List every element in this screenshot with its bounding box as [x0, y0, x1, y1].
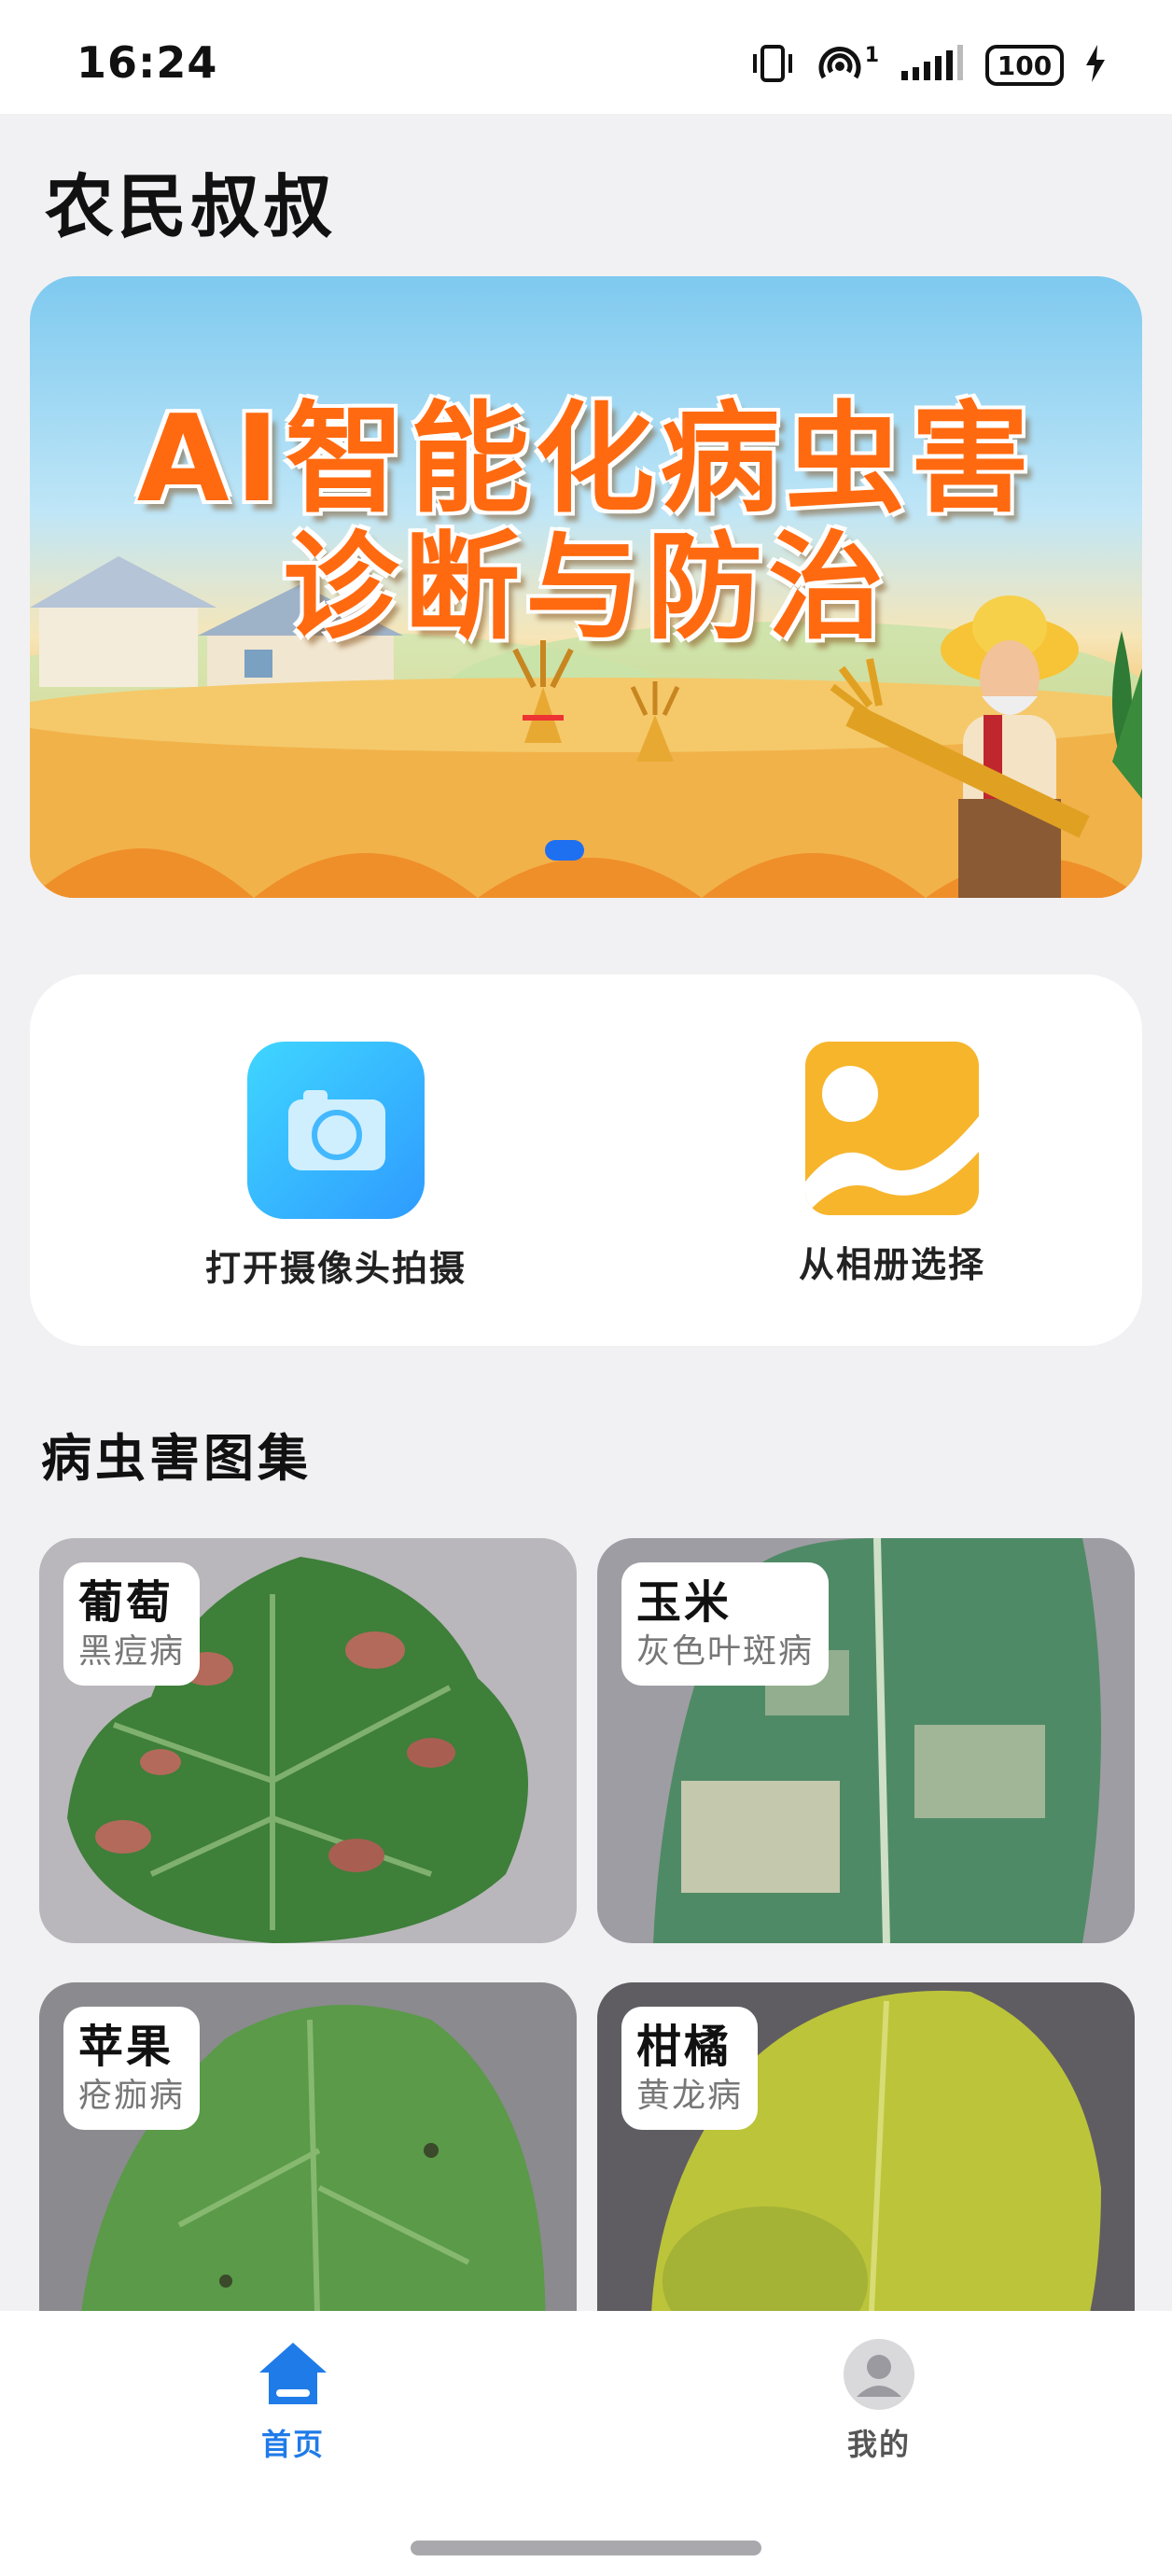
- choose-from-album-button[interactable]: 从相册选择: [724, 1042, 1060, 1287]
- disease-name: 黑痘病: [78, 1632, 186, 1671]
- banner-carousel[interactable]: AI智能化病虫害 诊断与防治: [30, 276, 1142, 898]
- disease-name: 灰色叶斑病: [636, 1632, 815, 1671]
- tab-home-label: 首页: [260, 2427, 325, 2462]
- gallery-card-corn[interactable]: 玉米 灰色叶斑病: [597, 1538, 1135, 1943]
- tab-home[interactable]: 首页: [200, 2337, 386, 2464]
- disease-name: 疮痂病: [78, 2077, 186, 2115]
- banner-title-line2: 诊断与防治: [282, 521, 889, 655]
- choose-from-album-label: 从相册选择: [798, 1244, 985, 1285]
- section-title: 病虫害图集: [41, 1429, 312, 1488]
- status-time: 16:24: [77, 37, 218, 88]
- page-title: 农民叔叔: [45, 167, 336, 247]
- tile-label: 葡萄 黑痘病: [63, 1562, 201, 1686]
- crop-name: 葡萄: [78, 1576, 174, 1629]
- status-bar: 16:24 1 100: [0, 0, 1172, 114]
- avatar-icon: [844, 2339, 914, 2410]
- disease-name: 黄龙病: [636, 2077, 744, 2115]
- camera-icon: [247, 1042, 425, 1219]
- carousel-indicator[interactable]: [545, 840, 584, 861]
- network-sup: 1: [864, 44, 879, 67]
- tile-label: 苹果 疮痂病: [63, 2007, 201, 2130]
- tab-me[interactable]: 我的: [786, 2337, 972, 2464]
- status-icons: 1 100: [749, 41, 1107, 90]
- gallery-card-grape[interactable]: 葡萄 黑痘病: [39, 1538, 577, 1943]
- open-camera-button[interactable]: 打开摄像头拍摄: [168, 1042, 504, 1291]
- tile-label: 柑橘 黄龙病: [621, 2007, 759, 2130]
- vibrate-icon: [749, 43, 796, 88]
- charging-icon: [1084, 43, 1107, 88]
- battery-indicator: 100: [985, 45, 1064, 86]
- crop-name: 柑橘: [636, 2021, 732, 2073]
- tab-me-label: 我的: [846, 2427, 911, 2462]
- bottom-nav: 首页 我的: [0, 2311, 1172, 2576]
- gallery-icon: [805, 1042, 979, 1215]
- signal-icon: [900, 45, 965, 86]
- home-icon: [259, 2343, 327, 2404]
- tile-label: 玉米 灰色叶斑病: [621, 1562, 830, 1686]
- capture-actions-card: 打开摄像头拍摄 从相册选择: [30, 974, 1142, 1346]
- crop-name: 玉米: [636, 1576, 732, 1629]
- open-camera-label: 打开摄像头拍摄: [204, 1248, 467, 1289]
- home-indicator[interactable]: [411, 2541, 761, 2555]
- crop-name: 苹果: [78, 2021, 174, 2073]
- hotspot-icon: 1: [816, 44, 879, 87]
